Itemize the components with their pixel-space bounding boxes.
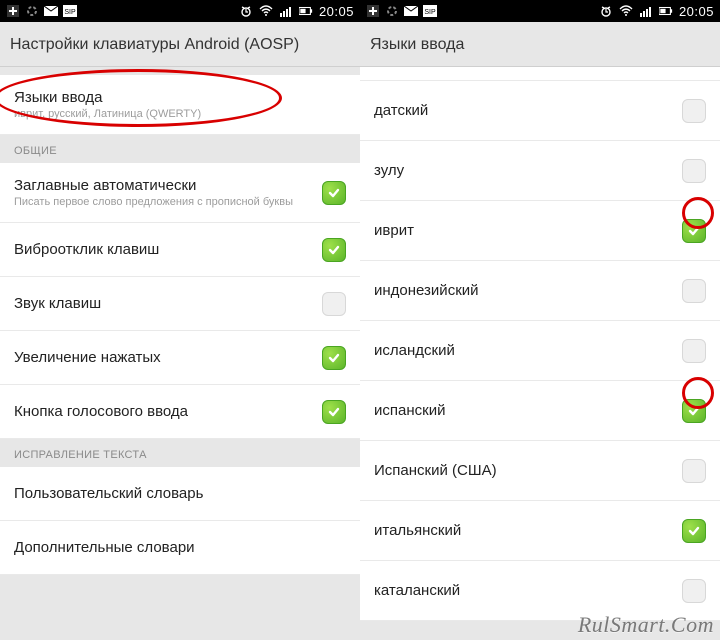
left-screen: SIP 20:05 Настройки клавиатуры Android (… <box>0 0 360 640</box>
checkbox-on[interactable] <box>322 181 346 205</box>
checkbox-off[interactable] <box>682 159 706 183</box>
language-row[interactable]: Испанский (США) <box>360 441 720 501</box>
auto-caps-row[interactable]: Заглавные автоматически Писать первое сл… <box>0 163 360 223</box>
sound-row[interactable]: Звук клавиш <box>0 277 360 331</box>
checkbox-off[interactable] <box>322 292 346 316</box>
checkbox-on[interactable] <box>682 219 706 243</box>
language-row[interactable]: индонезийский <box>360 261 720 321</box>
screen-header: Языки ввода <box>360 22 720 67</box>
input-languages-row[interactable]: Языки ввода иврит, русский, Латиница (QW… <box>0 75 360 135</box>
section-header-correction: ИСПРАВЛЕНИЕ ТЕКСТА <box>0 439 360 467</box>
language-label: каталанский <box>374 582 460 599</box>
language-row[interactable]: иврит <box>360 201 720 261</box>
addon-dictionaries-row[interactable]: Дополнительные словари <box>0 521 360 575</box>
sip-icon: SIP <box>423 4 437 18</box>
settings-list[interactable]: Языки ввода иврит, русский, Латиница (QW… <box>0 67 360 640</box>
wifi-icon <box>259 4 273 18</box>
alarm-icon <box>239 4 253 18</box>
status-time: 20:05 <box>679 4 714 19</box>
page-title: Языки ввода <box>370 36 710 54</box>
right-screen: SIP 20:05 Языки ввода датский зулу иврит ин… <box>360 0 720 640</box>
page-title: Настройки клавиатуры Android (AOSP) <box>10 36 350 54</box>
sip-icon: SIP <box>63 4 77 18</box>
row-title: Увеличение нажатых <box>14 349 161 366</box>
checkbox-on[interactable] <box>322 238 346 262</box>
language-label: индонезийский <box>374 282 479 299</box>
row-subtitle: Писать первое слово предложения с пропис… <box>14 196 293 208</box>
signal-icon <box>639 4 653 18</box>
mail-icon <box>44 4 58 18</box>
checkbox-off[interactable] <box>682 579 706 603</box>
language-row[interactable]: зулу <box>360 141 720 201</box>
checkbox-off[interactable] <box>682 459 706 483</box>
row-title: Кнопка голосового ввода <box>14 403 188 420</box>
status-bar: SIP 20:05 <box>360 0 720 22</box>
popup-row[interactable]: Увеличение нажатых <box>0 331 360 385</box>
checkbox-on[interactable] <box>322 400 346 424</box>
row-title: Звук клавиш <box>14 295 101 312</box>
checkbox-on[interactable] <box>322 346 346 370</box>
svg-text:SIP: SIP <box>64 9 76 16</box>
language-label: итальянский <box>374 522 461 539</box>
svg-text:SIP: SIP <box>424 9 436 16</box>
voice-key-row[interactable]: Кнопка голосового ввода <box>0 385 360 439</box>
language-label: иврит <box>374 222 414 239</box>
row-subtitle: иврит, русский, Латиница (QWERTY) <box>14 108 201 120</box>
alarm-icon <box>599 4 613 18</box>
spinner-icon <box>385 4 399 18</box>
status-time: 20:05 <box>319 4 354 19</box>
list-item-partial <box>360 67 720 81</box>
add-icon <box>366 4 380 18</box>
battery-icon <box>659 4 673 18</box>
row-title: Языки ввода <box>14 89 201 106</box>
row-title: Виброотклик клавиш <box>14 241 159 258</box>
spinner-icon <box>25 4 39 18</box>
row-title: Пользовательский словарь <box>14 485 203 502</box>
mail-icon <box>404 4 418 18</box>
status-bar: SIP 20:05 <box>0 0 360 22</box>
checkbox-off[interactable] <box>682 279 706 303</box>
language-row[interactable]: исландский <box>360 321 720 381</box>
vibrate-row[interactable]: Виброотклик клавиш <box>0 223 360 277</box>
checkbox-off[interactable] <box>682 99 706 123</box>
language-label: исландский <box>374 342 455 359</box>
language-row[interactable]: итальянский <box>360 501 720 561</box>
language-label: Испанский (США) <box>374 462 497 479</box>
language-label: испанский <box>374 402 445 419</box>
checkbox-on[interactable] <box>682 519 706 543</box>
language-row[interactable]: датский <box>360 81 720 141</box>
watermark: RulSmart.Com <box>578 612 714 638</box>
section-header-general: ОБЩИЕ <box>0 135 360 163</box>
wifi-icon <box>619 4 633 18</box>
user-dictionary-row[interactable]: Пользовательский словарь <box>0 467 360 521</box>
language-row[interactable]: испанский <box>360 381 720 441</box>
row-title: Дополнительные словари <box>14 539 195 556</box>
signal-icon <box>279 4 293 18</box>
row-title: Заглавные автоматически <box>14 177 293 194</box>
checkbox-on[interactable] <box>682 399 706 423</box>
battery-icon <box>299 4 313 18</box>
language-label: зулу <box>374 162 404 179</box>
language-list[interactable]: датский зулу иврит индонезийский исландский и… <box>360 67 720 640</box>
add-icon <box>6 4 20 18</box>
language-label: датский <box>374 102 428 119</box>
checkbox-off[interactable] <box>682 339 706 363</box>
screen-header: Настройки клавиатуры Android (AOSP) <box>0 22 360 67</box>
